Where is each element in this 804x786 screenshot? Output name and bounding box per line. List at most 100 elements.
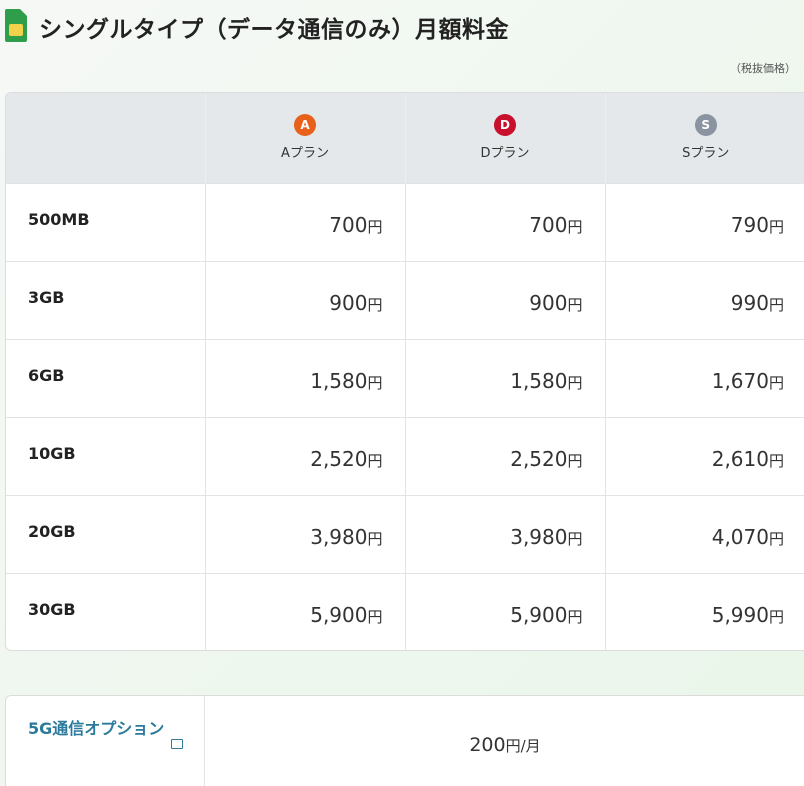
price-value: 790円 bbox=[606, 184, 804, 237]
price-cell: 1,580円 bbox=[405, 338, 606, 417]
price-amount: 2,610 bbox=[711, 446, 769, 471]
price-cell: 3,980円 bbox=[405, 494, 606, 573]
yen-unit: 円 bbox=[367, 529, 383, 548]
yen-unit: 円 bbox=[768, 607, 784, 626]
price-cell: 990円 bbox=[605, 260, 804, 339]
price-amount: 4,070 bbox=[711, 524, 769, 549]
data-size-cell: 30GB bbox=[6, 572, 206, 650]
price-cell: 2,610円 bbox=[605, 416, 804, 495]
price-value: 5,990円 bbox=[606, 574, 804, 627]
price-value: 5,900円 bbox=[406, 574, 605, 627]
price-amount: 5,990 bbox=[711, 602, 769, 627]
price-value: 1,670円 bbox=[606, 340, 804, 393]
price-value: 1,580円 bbox=[406, 340, 605, 393]
yen-unit: 円 bbox=[768, 373, 784, 392]
data-size-cell: 500MB bbox=[6, 182, 206, 261]
yen-unit: 円 bbox=[768, 529, 784, 548]
price-value: 700円 bbox=[406, 184, 605, 237]
plan-s-name: Sプラン bbox=[682, 146, 730, 162]
option-price: 200 bbox=[469, 734, 506, 756]
price-cell: 5,900円 bbox=[205, 572, 406, 650]
option-price-unit: 円/月 bbox=[505, 737, 541, 755]
price-amount: 1,580 bbox=[510, 368, 568, 393]
option-price-cell: 200円/月 bbox=[205, 696, 804, 786]
data-size-label: 10GB bbox=[28, 443, 76, 463]
yen-unit: 円 bbox=[367, 373, 383, 392]
yen-unit: 円 bbox=[367, 607, 383, 626]
table-row: 3GB 900円 900円 990円 bbox=[6, 260, 804, 339]
external-window-icon[interactable] bbox=[171, 739, 183, 749]
price-value: 2,610円 bbox=[606, 418, 804, 471]
plan-s-badge-icon: S bbox=[694, 114, 717, 137]
price-cell: 5,900円 bbox=[405, 572, 606, 650]
table-row: 500MB 700円 700円 790円 bbox=[6, 182, 804, 261]
data-size-label: 3GB bbox=[28, 287, 65, 307]
plan-a-name: Aプラン bbox=[281, 146, 329, 162]
price-amount: 1,670 bbox=[711, 368, 769, 393]
price-value: 2,520円 bbox=[206, 418, 405, 471]
plan-header-d: D Dプラン bbox=[405, 93, 606, 183]
price-cell: 1,580円 bbox=[205, 338, 406, 417]
data-size-label: 20GB bbox=[28, 521, 76, 541]
yen-unit: 円 bbox=[768, 295, 784, 314]
price-cell: 5,990円 bbox=[605, 572, 804, 650]
price-amount: 700 bbox=[529, 212, 568, 237]
option-label-cell: 5G通信オプション bbox=[6, 696, 205, 786]
price-amount: 700 bbox=[329, 212, 368, 237]
price-amount: 5,900 bbox=[510, 602, 568, 627]
yen-unit: 円 bbox=[567, 217, 583, 236]
price-amount: 900 bbox=[329, 290, 368, 315]
price-cell: 790円 bbox=[605, 182, 804, 261]
sim-card-icon bbox=[5, 9, 27, 42]
yen-unit: 円 bbox=[567, 373, 583, 392]
data-size-cell: 10GB bbox=[6, 416, 206, 495]
price-cell: 900円 bbox=[405, 260, 606, 339]
yen-unit: 円 bbox=[367, 451, 383, 470]
price-value: 3,980円 bbox=[206, 496, 405, 549]
price-cell: 2,520円 bbox=[405, 416, 606, 495]
data-size-cell: 20GB bbox=[6, 494, 206, 573]
price-cell: 3,980円 bbox=[205, 494, 406, 573]
option-table: 5G通信オプション 200円/月 bbox=[5, 695, 804, 786]
price-amount: 1,580 bbox=[310, 368, 368, 393]
price-value: 900円 bbox=[406, 262, 605, 315]
plan-a-badge-icon: A bbox=[294, 114, 316, 137]
price-amount: 990 bbox=[730, 290, 769, 315]
price-cell: 1,670円 bbox=[605, 338, 804, 417]
data-size-label: 6GB bbox=[28, 365, 65, 385]
price-value: 1,580円 bbox=[206, 340, 405, 393]
price-cell: 2,520円 bbox=[205, 416, 406, 495]
plan-d-name: Dプラン bbox=[480, 146, 530, 162]
data-size-cell: 6GB bbox=[6, 338, 206, 417]
header-empty-cell bbox=[6, 93, 206, 183]
plan-header-s: S Sプラン bbox=[605, 93, 804, 183]
table-header-row: A Aプラン D Dプラン S Sプラン bbox=[6, 93, 804, 183]
price-cell: 700円 bbox=[205, 182, 406, 261]
price-table: A Aプラン D Dプラン S Sプラン 500MB 700円 700円 790円 3G… bbox=[5, 92, 804, 651]
price-amount: 790 bbox=[730, 212, 769, 237]
price-amount: 2,520 bbox=[510, 446, 568, 471]
yen-unit: 円 bbox=[768, 217, 784, 236]
yen-unit: 円 bbox=[768, 451, 784, 470]
price-value: 4,070円 bbox=[606, 496, 804, 549]
data-size-cell: 3GB bbox=[6, 260, 206, 339]
data-size-label: 500MB bbox=[28, 209, 90, 229]
price-value: 3,980円 bbox=[406, 496, 605, 549]
price-amount: 3,980 bbox=[310, 524, 368, 549]
price-amount: 2,520 bbox=[310, 446, 368, 471]
option-5g-link[interactable]: 5G通信オプション bbox=[28, 718, 168, 740]
yen-unit: 円 bbox=[367, 217, 383, 236]
table-row: 10GB 2,520円 2,520円 2,610円 bbox=[6, 416, 804, 495]
price-amount: 5,900 bbox=[310, 602, 368, 627]
price-amount: 3,980 bbox=[510, 524, 568, 549]
yen-unit: 円 bbox=[567, 607, 583, 626]
price-value: 2,520円 bbox=[406, 418, 605, 471]
page-title: シングルタイプ（データ通信のみ）月額料金 bbox=[39, 17, 509, 43]
price-cell: 700円 bbox=[405, 182, 606, 261]
price-value: 700円 bbox=[206, 184, 405, 237]
price-value: 990円 bbox=[606, 262, 804, 315]
plan-d-badge-icon: D bbox=[494, 114, 516, 137]
table-row: 6GB 1,580円 1,580円 1,670円 bbox=[6, 338, 804, 417]
header: シングルタイプ（データ通信のみ）月額料金 bbox=[0, 0, 804, 52]
yen-unit: 円 bbox=[367, 295, 383, 314]
